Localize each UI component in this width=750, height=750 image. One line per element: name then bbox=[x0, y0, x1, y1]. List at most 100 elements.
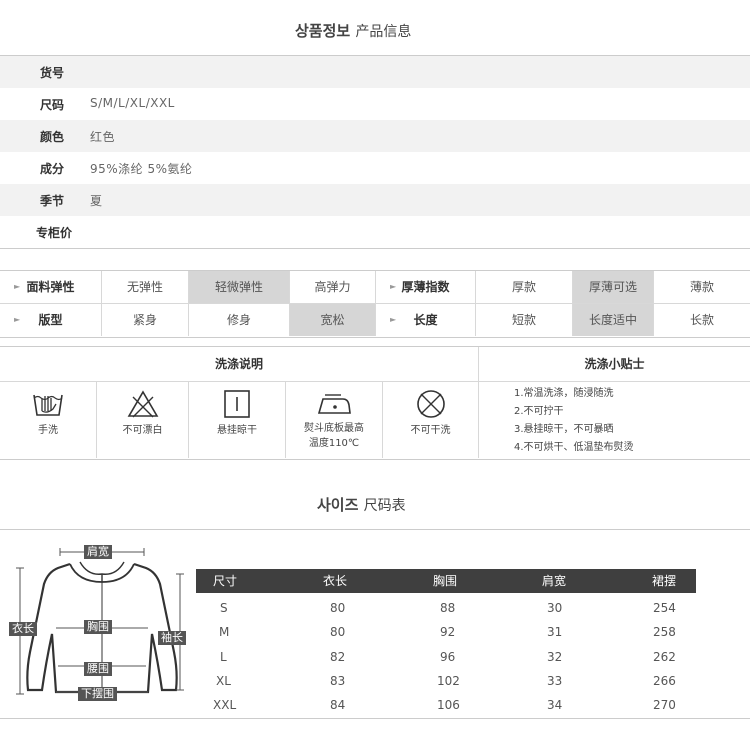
wash-label: 熨斗底板最高 bbox=[304, 423, 364, 434]
size-cell: 88 bbox=[440, 601, 456, 615]
attr-label-elasticity: ► 面料弹性 bbox=[0, 271, 102, 303]
size-table-header-cell: 衣长 bbox=[323, 574, 348, 588]
size-cell: XL bbox=[216, 674, 231, 688]
size-cell: L bbox=[220, 650, 227, 664]
attr-option-selected: 长度适中 bbox=[573, 304, 654, 336]
tip-item: 2.不可拧干 bbox=[514, 406, 564, 417]
iron-icon bbox=[317, 394, 351, 414]
size-cell: 270 bbox=[653, 698, 676, 712]
wash-label: 不可干洗 bbox=[410, 425, 451, 436]
size-table-header-cell: 胸围 bbox=[433, 574, 458, 588]
size-cell: 83 bbox=[330, 674, 346, 688]
info-row-season: 季节 夏 bbox=[0, 184, 750, 216]
diagram-label-waist: 腰围 bbox=[84, 662, 112, 676]
size-cell: 266 bbox=[653, 674, 676, 688]
attr-option: 紧身 bbox=[102, 304, 189, 336]
attr-option: 高弹力 bbox=[290, 271, 376, 303]
no-bleach-icon bbox=[127, 390, 158, 418]
wash-item-no-dry-clean: 不可干洗 bbox=[383, 381, 479, 458]
diagram-label-chest: 胸围 bbox=[84, 620, 112, 634]
no-dry-clean-icon bbox=[416, 390, 445, 418]
washing-tips: 1.常温洗涤，随浸随洗 2.不可拧干 3.悬挂晾干，不可暴晒 4.不可烘干、低温… bbox=[514, 385, 634, 457]
hang-dry-icon bbox=[224, 390, 250, 418]
washing-section: 洗涤说明 洗涤小贴士 手洗 不可漂白 悬挂晾干 熨斗底板最高 温度110℃ 不可… bbox=[0, 346, 750, 460]
size-cell: 262 bbox=[653, 650, 676, 664]
attr-option: 短款 bbox=[476, 304, 573, 336]
size-cell: S bbox=[220, 601, 228, 615]
attr-label-thickness: ► 厚薄指数 bbox=[376, 271, 476, 303]
attr-label-text: 长度 bbox=[413, 313, 438, 327]
attr-option: 厚款 bbox=[476, 271, 573, 303]
divider bbox=[0, 248, 750, 249]
size-cell: 32 bbox=[547, 650, 563, 664]
size-cell: 33 bbox=[547, 674, 563, 688]
attr-label-length: ► 长度 bbox=[376, 304, 476, 336]
product-info-title-cn: 产品信息 bbox=[355, 24, 412, 40]
size-cell: 96 bbox=[440, 650, 456, 664]
attr-option: 无弹性 bbox=[102, 271, 189, 303]
size-cell: 31 bbox=[547, 625, 563, 639]
attr-option-selected: 厚薄可选 bbox=[573, 271, 654, 303]
wash-item-hand-wash: 手洗 bbox=[0, 381, 97, 458]
info-key: 成分 bbox=[40, 162, 65, 176]
size-cell: 80 bbox=[330, 601, 346, 615]
info-row-price: 专柜价 bbox=[0, 216, 750, 248]
size-cell: 84 bbox=[330, 698, 346, 712]
attr-option-selected: 宽松 bbox=[290, 304, 376, 336]
info-key: 货号 bbox=[40, 66, 65, 80]
size-cell: 82 bbox=[330, 650, 346, 664]
size-cell: 30 bbox=[547, 601, 563, 615]
info-value: S/M/L/XL/XXL bbox=[90, 96, 175, 110]
divider bbox=[0, 529, 750, 530]
attr-label-text: 版型 bbox=[38, 313, 63, 327]
info-key: 季节 bbox=[40, 194, 65, 208]
diagram-label-hem: 下摆围 bbox=[78, 687, 117, 701]
size-cell: 258 bbox=[653, 625, 676, 639]
size-cell: 80 bbox=[330, 625, 346, 639]
size-cell: 34 bbox=[547, 698, 563, 712]
wash-label: 手洗 bbox=[38, 425, 58, 436]
diagram-label-sleeve: 袖长 bbox=[158, 631, 186, 645]
product-info-title-kr: 상품정보 bbox=[295, 22, 351, 40]
wash-item-no-bleach: 不可漂白 bbox=[97, 381, 189, 458]
size-cell: 102 bbox=[437, 674, 460, 688]
triangle-icon: ► bbox=[390, 282, 397, 291]
info-row-composition: 成分 95%涤纶 5%氨纶 bbox=[0, 152, 750, 184]
attr-option: 修身 bbox=[189, 304, 290, 336]
size-cell: 106 bbox=[437, 698, 460, 712]
washing-title: 洗涤说明 bbox=[0, 347, 479, 382]
size-table-header: 尺寸 衣长 胸围 肩宽 裙摆 bbox=[196, 569, 696, 593]
hand-wash-icon bbox=[33, 394, 63, 416]
size-table-header-cell: 肩宽 bbox=[542, 574, 567, 588]
size-chart-title: 사이즈 尺码表 bbox=[317, 494, 406, 515]
size-cell: 92 bbox=[440, 625, 456, 639]
wash-item-hang-dry: 悬挂晾干 bbox=[189, 381, 286, 458]
wash-label: 悬挂晾干 bbox=[217, 425, 257, 436]
washing-tips-title: 洗涤小贴士 bbox=[479, 347, 750, 382]
tip-item: 3.悬挂晾干，不可暴晒 bbox=[514, 424, 614, 435]
info-row-color: 颜色 红色 bbox=[0, 120, 750, 152]
size-table-header-cell: 尺寸 bbox=[213, 574, 238, 588]
size-cell: XXL bbox=[213, 698, 237, 712]
attribute-table: ► 面料弹性 无弹性 轻微弹性 高弹力 ► 厚薄指数 厚款 厚薄可选 薄款 ► 版型 … bbox=[0, 270, 750, 338]
attr-option-selected: 轻微弹性 bbox=[189, 271, 290, 303]
attr-label-fit: ► 版型 bbox=[0, 304, 102, 336]
diagram-label-length: 衣长 bbox=[9, 622, 37, 636]
wash-item-iron: 熨斗底板最高 温度110℃ bbox=[286, 381, 383, 458]
attr-label-text: 厚薄指数 bbox=[401, 280, 450, 294]
info-value: 95%涤纶 5%氨纶 bbox=[90, 162, 193, 176]
info-row-item-no: 货号 bbox=[0, 56, 750, 88]
diagram-label-shoulder: 肩宽 bbox=[84, 545, 112, 559]
tip-item: 4.不可烘干、低温垫布熨烫 bbox=[514, 442, 634, 453]
size-chart-title-cn: 尺码表 bbox=[363, 498, 406, 514]
info-value: 红色 bbox=[90, 130, 116, 144]
size-cell: 254 bbox=[653, 601, 676, 615]
tip-item: 1.常温洗涤，随浸随洗 bbox=[514, 388, 614, 399]
triangle-icon: ► bbox=[14, 282, 21, 291]
product-info-title: 상품정보 产品信息 bbox=[295, 20, 411, 41]
triangle-icon: ► bbox=[390, 315, 397, 324]
attr-option: 薄款 bbox=[689, 280, 714, 294]
info-key: 颜色 bbox=[40, 130, 65, 144]
wash-label: 不可漂白 bbox=[122, 425, 163, 436]
info-key: 专柜价 bbox=[36, 226, 73, 240]
